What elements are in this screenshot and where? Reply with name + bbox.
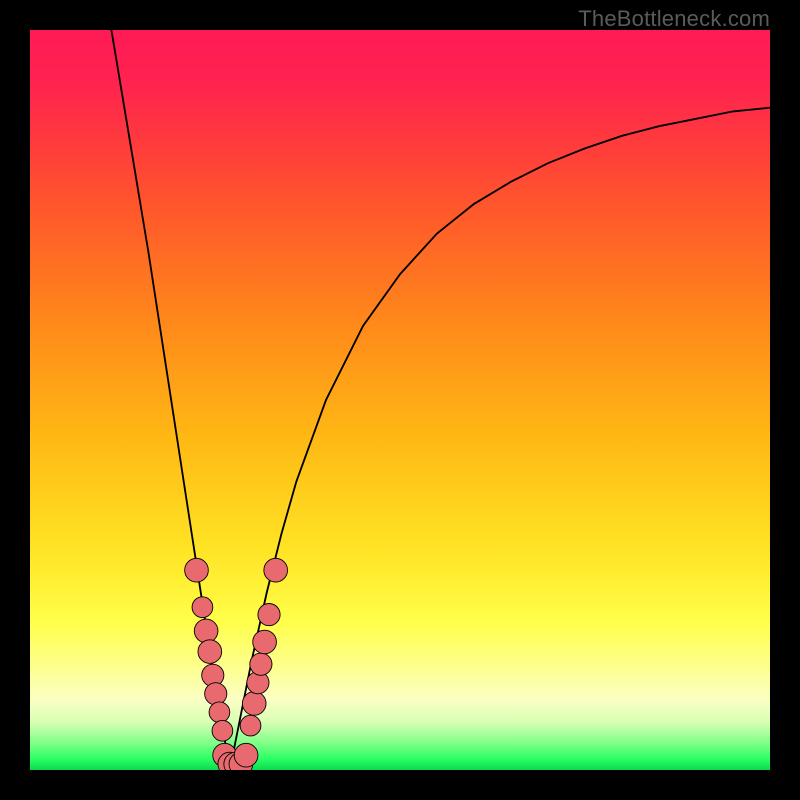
data-marker bbox=[209, 702, 230, 723]
watermark-text: TheBottleneck.com bbox=[578, 6, 770, 32]
data-marker bbox=[258, 604, 280, 626]
data-marker bbox=[264, 558, 288, 582]
data-marker bbox=[240, 715, 261, 736]
data-marker bbox=[250, 653, 272, 675]
data-marker bbox=[198, 640, 222, 664]
data-marker bbox=[194, 619, 218, 643]
data-marker bbox=[212, 720, 233, 741]
curve-right_curve bbox=[230, 108, 770, 770]
data-marker bbox=[185, 558, 209, 582]
plot-area bbox=[30, 30, 770, 770]
curves-layer bbox=[30, 30, 770, 770]
data-marker bbox=[192, 597, 213, 618]
data-marker bbox=[242, 692, 266, 716]
data-marker bbox=[234, 743, 258, 767]
chart-frame: TheBottleneck.com bbox=[0, 0, 800, 800]
data-marker bbox=[205, 683, 227, 705]
data-marker bbox=[253, 630, 277, 654]
